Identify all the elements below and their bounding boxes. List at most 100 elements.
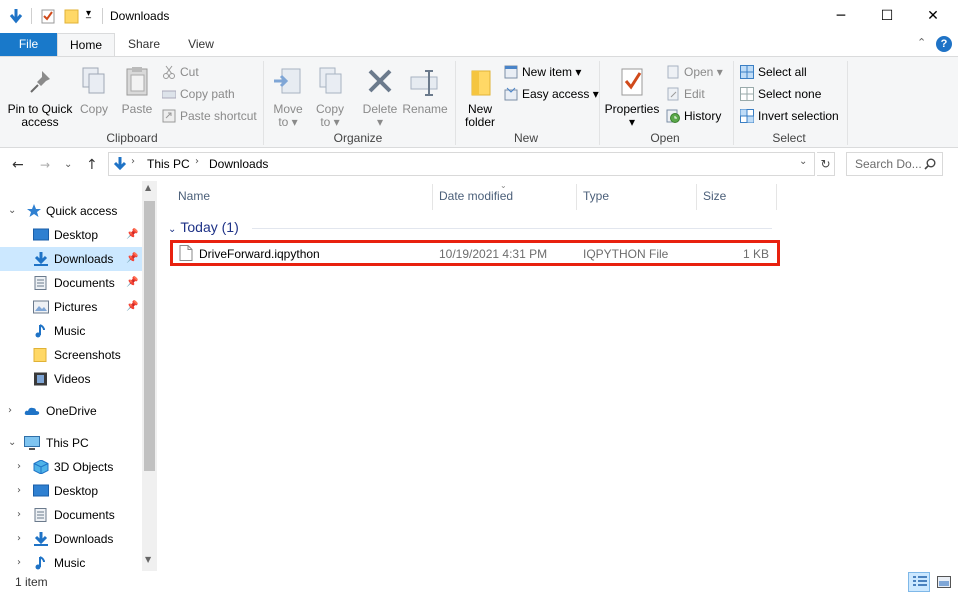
tab-home[interactable]: Home	[57, 33, 115, 56]
address-bar[interactable]: › This PC › Downloads ⌄	[108, 152, 815, 176]
nav-item-videos[interactable]: Videos	[0, 367, 142, 391]
invert-selection-button[interactable]: Invert selection	[740, 107, 839, 125]
column-separator[interactable]	[696, 184, 697, 210]
pin-icon[interactable]: 📌	[126, 247, 138, 271]
open-icon	[666, 65, 680, 79]
breadcrumb-this-pc[interactable]: This PC	[147, 157, 190, 171]
nav-label: Documents	[54, 276, 115, 290]
new-folder-button[interactable]: New folder	[460, 61, 500, 129]
group-collapse-chevron-icon[interactable]: ⌄	[168, 224, 176, 235]
nav-item-pc-desktop[interactable]: › Desktop	[0, 479, 142, 503]
tab-view[interactable]: View	[173, 33, 229, 56]
close-button[interactable]: ✕	[910, 0, 956, 32]
large-icons-view-button[interactable]	[933, 572, 955, 592]
pin-to-quick-access-button[interactable]: Pin to Quick access	[4, 61, 76, 129]
collapsed-chevron-icon[interactable]: ›	[17, 479, 21, 503]
new-folder-icon[interactable]	[64, 8, 80, 24]
easy-access-button[interactable]: Easy access ▾	[504, 85, 599, 103]
column-header-name[interactable]: Name	[178, 189, 210, 203]
select-all-button[interactable]: Select all	[740, 63, 807, 81]
collapsed-chevron-icon[interactable]: ›	[17, 503, 21, 527]
scroll-thumb[interactable]	[144, 201, 155, 471]
cut-label: Cut	[180, 65, 199, 79]
properties-check-icon[interactable]	[40, 8, 56, 24]
rename-button[interactable]: Rename	[402, 61, 448, 116]
copy-path-button[interactable]: Copy path	[161, 85, 235, 103]
recent-locations-chevron-icon[interactable]: ⌄	[64, 159, 72, 170]
tab-file[interactable]: File	[0, 33, 57, 56]
ribbon: Pin to Quick access Copy Paste Cut Copy …	[0, 56, 958, 148]
group-header-today[interactable]: ⌄ Today (1)	[168, 219, 239, 235]
desktop-icon	[33, 484, 49, 497]
nav-label: Downloads	[54, 532, 114, 546]
column-header-date-modified[interactable]: Date modified	[439, 189, 513, 203]
edit-button[interactable]: Edit	[666, 85, 705, 103]
open-button[interactable]: Open ▾	[666, 63, 723, 81]
delete-button[interactable]: Delete ▾	[360, 61, 400, 129]
forward-arrow-icon[interactable]: →	[40, 158, 50, 172]
new-item-button[interactable]: New item ▾	[504, 63, 581, 81]
scroll-up-icon[interactable]: ▲	[145, 183, 151, 192]
copy-to-button[interactable]: Copy to ▾	[310, 61, 350, 129]
move-to-button[interactable]: Move to ▾	[268, 61, 308, 129]
history-button[interactable]: History	[666, 107, 721, 125]
file-row[interactable]: DriveForward.iqpython 10/19/2021 4:31 PM…	[170, 240, 780, 266]
pin-icon[interactable]: 📌	[126, 295, 138, 319]
collapsed-chevron-icon[interactable]: ›	[17, 455, 21, 479]
copy-button[interactable]: Copy	[76, 61, 112, 116]
column-separator[interactable]	[432, 184, 433, 210]
column-separator[interactable]	[776, 184, 777, 210]
collapsed-chevron-icon[interactable]: ›	[8, 399, 12, 423]
nav-item-desktop[interactable]: Desktop 📌	[0, 223, 142, 247]
nav-item-downloads[interactable]: Downloads 📌	[0, 247, 142, 271]
nav-item-pictures[interactable]: Pictures 📌	[0, 295, 142, 319]
minimize-button[interactable]: ─	[818, 0, 864, 32]
maximize-button[interactable]: ☐	[864, 0, 910, 32]
down-arrow-icon[interactable]	[8, 8, 24, 24]
column-header-type[interactable]: Type	[583, 189, 609, 203]
nav-scrollbar[interactable]: ▲ ▼	[142, 181, 157, 571]
collapse-ribbon-icon[interactable]: ⌃	[917, 36, 926, 49]
paste-shortcut-button[interactable]: Paste shortcut	[162, 107, 257, 125]
nav-item-screenshots[interactable]: Screenshots	[0, 343, 142, 367]
cut-button[interactable]: Cut	[162, 63, 199, 81]
nav-item-music[interactable]: Music	[0, 319, 142, 343]
nav-label: Desktop	[54, 484, 99, 498]
search-input[interactable]: Search Do...	[846, 152, 943, 176]
breadcrumb-downloads[interactable]: Downloads	[209, 157, 268, 171]
up-arrow-icon[interactable]: ↑	[86, 157, 98, 173]
customize-toolbar-icon[interactable]: ▾̲	[86, 8, 91, 19]
expanded-chevron-icon[interactable]: ⌄	[8, 431, 16, 455]
nav-this-pc[interactable]: ⌄ This PC	[0, 431, 142, 455]
copy-icon	[78, 65, 110, 99]
scroll-down-icon[interactable]: ▼	[145, 555, 151, 564]
paste-button[interactable]: Paste	[118, 61, 156, 116]
details-view-button[interactable]	[908, 572, 930, 592]
column-header-size[interactable]: Size	[703, 189, 726, 203]
paste-icon	[121, 65, 153, 99]
nav-item-3d-objects[interactable]: › 3D Objects	[0, 455, 142, 479]
nav-item-documents[interactable]: Documents 📌	[0, 271, 142, 295]
pin-icon[interactable]: 📌	[126, 223, 138, 247]
column-separator[interactable]	[576, 184, 577, 210]
collapsed-chevron-icon[interactable]: ›	[17, 551, 21, 571]
collapsed-chevron-icon[interactable]: ›	[17, 527, 21, 551]
pin-icon[interactable]: 📌	[126, 271, 138, 295]
help-icon[interactable]: ?	[936, 36, 952, 52]
file-name[interactable]: DriveForward.iqpython	[199, 247, 320, 261]
nav-onedrive[interactable]: › OneDrive	[0, 399, 142, 423]
refresh-icon[interactable]: ↻	[817, 152, 835, 176]
back-arrow-icon[interactable]: ←	[12, 157, 24, 173]
expanded-chevron-icon[interactable]: ⌄	[8, 199, 16, 223]
nav-quick-access[interactable]: ⌄ Quick access	[0, 199, 142, 223]
select-none-button[interactable]: Select none	[740, 85, 821, 103]
properties-label-line2: ▾	[628, 115, 636, 129]
address-dropdown-icon[interactable]: ⌄	[799, 156, 807, 167]
properties-button[interactable]: Properties ▾	[604, 61, 660, 129]
nav-item-pc-downloads[interactable]: › Downloads	[0, 527, 142, 551]
tab-share[interactable]: Share	[115, 33, 173, 56]
nav-item-pc-documents[interactable]: › Documents	[0, 503, 142, 527]
nav-item-pc-music[interactable]: › Music	[0, 551, 142, 571]
nav-label: Screenshots	[54, 348, 121, 362]
videos-film-icon	[34, 372, 47, 386]
